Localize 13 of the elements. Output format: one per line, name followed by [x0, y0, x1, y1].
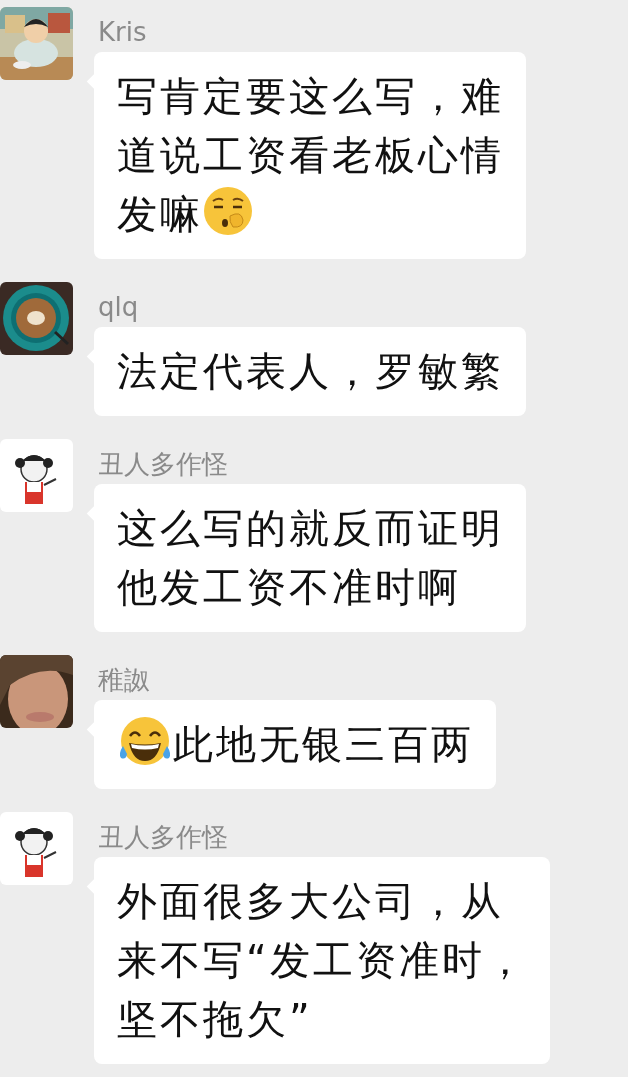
message-text: 外面很多大公司，从 来不写“发工资准时， 坚不拖欠”	[117, 877, 528, 1044]
message-text: 此地无银三百两	[173, 721, 474, 767]
message-text: 发嘛	[117, 191, 203, 237]
message-text: 这么写的就反而证明 他发工资不准时啊	[117, 504, 504, 612]
kissing-face-icon	[203, 186, 253, 236]
message-text: 写肯定要这么写，难 道说工资看老板心情	[117, 72, 504, 180]
sender-name: 丑人多作怪	[97, 449, 228, 479]
laughing-face-icon	[117, 716, 173, 766]
sender-name: qlq	[97, 292, 139, 322]
sender-name: 稚詉	[97, 665, 150, 695]
sender-name: 丑人多作怪	[97, 822, 228, 852]
message-text: 法定代表人，罗敏繁	[117, 348, 504, 394]
sender-name: Kris	[97, 17, 147, 47]
